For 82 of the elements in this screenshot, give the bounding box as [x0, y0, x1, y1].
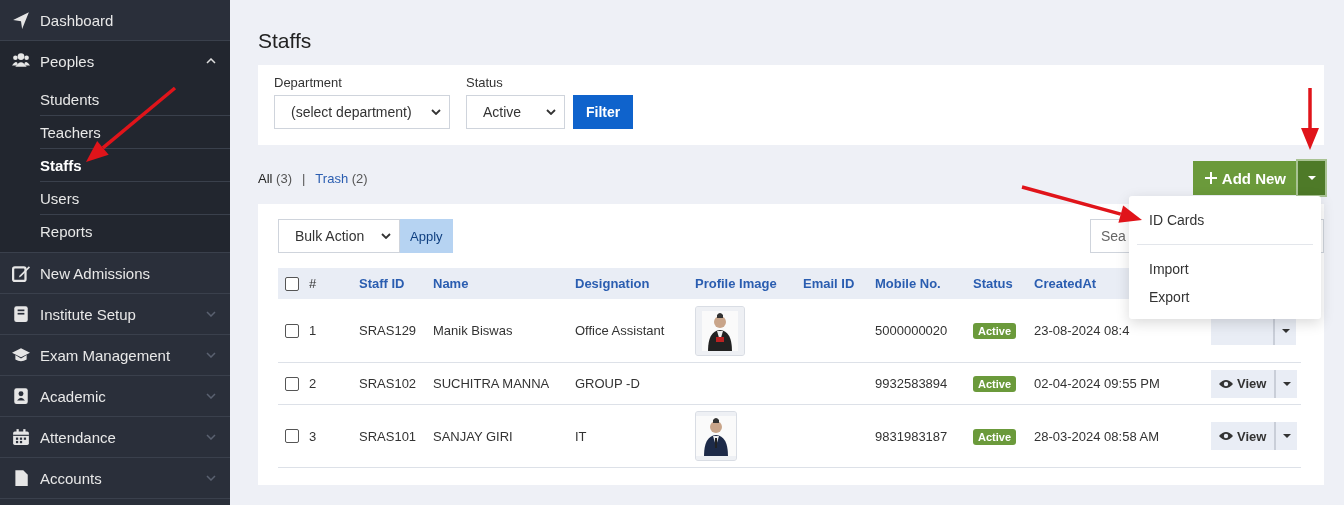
menu-item[interactable]: Export: [1129, 283, 1321, 311]
document-icon: [12, 469, 30, 487]
table-cell: 28-03-2024 08:58 AM: [1034, 428, 1160, 444]
dropdown-toggle[interactable]: [1276, 369, 1298, 398]
caret-icon: [1282, 434, 1291, 438]
status-badge: Active: [973, 428, 1017, 445]
caret-icon: [1281, 328, 1290, 333]
table-cell: 1: [309, 323, 317, 338]
view-link[interactable]: Trash (2): [315, 170, 368, 186]
sidebar-item[interactable]: Attendance: [0, 417, 230, 458]
department-select[interactable]: (select department): [274, 95, 450, 129]
chevron-icon: [206, 352, 216, 358]
table-cell: SRAS101: [359, 428, 417, 444]
column-header[interactable]: Name: [433, 276, 469, 291]
menu-item[interactable]: ID Cards: [1129, 206, 1321, 234]
book-icon: [12, 305, 30, 323]
chevron-icon: [206, 311, 216, 317]
dropdown-toggle[interactable]: [1276, 422, 1298, 450]
checkbox[interactable]: [285, 376, 299, 391]
navigation-icon: [12, 11, 30, 29]
table-cell: 2: [309, 376, 317, 391]
table-cell: Manik Biswas: [433, 323, 513, 338]
status-badge: Active: [973, 376, 1017, 392]
chevron-icon: [381, 233, 391, 239]
sidebar-subitem[interactable]: Reports: [40, 215, 230, 247]
separator: |: [301, 170, 306, 186]
table-cell: SRAS102: [359, 376, 417, 391]
chevron-icon: [206, 58, 216, 64]
chevron-icon: [206, 475, 216, 481]
menu-item[interactable]: Import: [1129, 255, 1321, 283]
sidebar-item[interactable]: Exam Management: [0, 335, 230, 376]
chevron-icon: [206, 434, 216, 440]
calendar-icon: [12, 428, 30, 446]
field-label: Status: [466, 75, 504, 90]
chevron-icon: [431, 109, 441, 115]
sidebar-item[interactable]: New Admissions: [0, 253, 230, 294]
contact-card-icon: [12, 387, 30, 405]
bulk-action-select[interactable]: Bulk Action: [278, 219, 400, 253]
status-badge: Active: [973, 323, 1017, 339]
sidebar-item[interactable]: Accounts: [0, 458, 230, 499]
sidebar-item[interactable]: Academic: [0, 376, 230, 417]
table-cell: GROUP -D: [575, 376, 640, 391]
table-cell: 9831983187: [875, 428, 948, 444]
table-cell: SRAS129: [359, 323, 417, 338]
column-header[interactable]: CreatedAt: [1034, 276, 1097, 291]
sidebar-subitem[interactable]: Users: [40, 182, 230, 215]
status-select[interactable]: Active: [466, 95, 565, 129]
annotation-arrow: [1301, 88, 1319, 150]
sidebar-subitem[interactable]: Students: [40, 83, 230, 116]
dropdown-toggle[interactable]: [1298, 161, 1325, 195]
table-cell: IT: [575, 428, 587, 444]
table-cell: 5000000020: [875, 323, 948, 338]
view-button[interactable]: View: [1211, 422, 1277, 450]
caret-icon: [1282, 381, 1291, 386]
table-cell: 02-04-2024 09:55 PM: [1034, 376, 1160, 391]
eye-icon: [1219, 378, 1233, 389]
chevron-icon: [206, 393, 216, 399]
table-cell: 3: [309, 428, 317, 444]
page-title: Staffs: [258, 29, 313, 53]
sidebar-item[interactable]: Peoples: [0, 41, 230, 81]
caret-icon: [1307, 176, 1316, 180]
checkbox[interactable]: [285, 276, 299, 291]
checkbox[interactable]: [285, 323, 299, 338]
table-cell: 9932583894: [875, 376, 948, 391]
table-cell: Office Assistant: [575, 323, 665, 338]
checkbox[interactable]: [285, 429, 299, 443]
table-cell: SUCHITRA MANNA: [433, 376, 550, 391]
column-header[interactable]: #: [309, 276, 317, 291]
view-link[interactable]: All (3): [258, 170, 292, 186]
table-cell: SANJAY GIRI: [433, 428, 513, 444]
table-cell: 23-08-2024 08:4: [1034, 323, 1130, 338]
filter-button[interactable]: Filter: [573, 95, 634, 129]
apply-button[interactable]: Apply: [400, 219, 453, 253]
chevron-icon: [546, 109, 556, 115]
edit-icon: [12, 264, 30, 282]
graduation-cap-icon: [12, 346, 30, 364]
sidebar-item[interactable]: Institute Setup: [0, 294, 230, 335]
field-label: Department: [274, 75, 343, 90]
plus-icon: [1204, 172, 1217, 184]
view-button[interactable]: View: [1211, 369, 1277, 398]
people-icon: [12, 52, 30, 70]
eye-icon: [1219, 431, 1233, 441]
